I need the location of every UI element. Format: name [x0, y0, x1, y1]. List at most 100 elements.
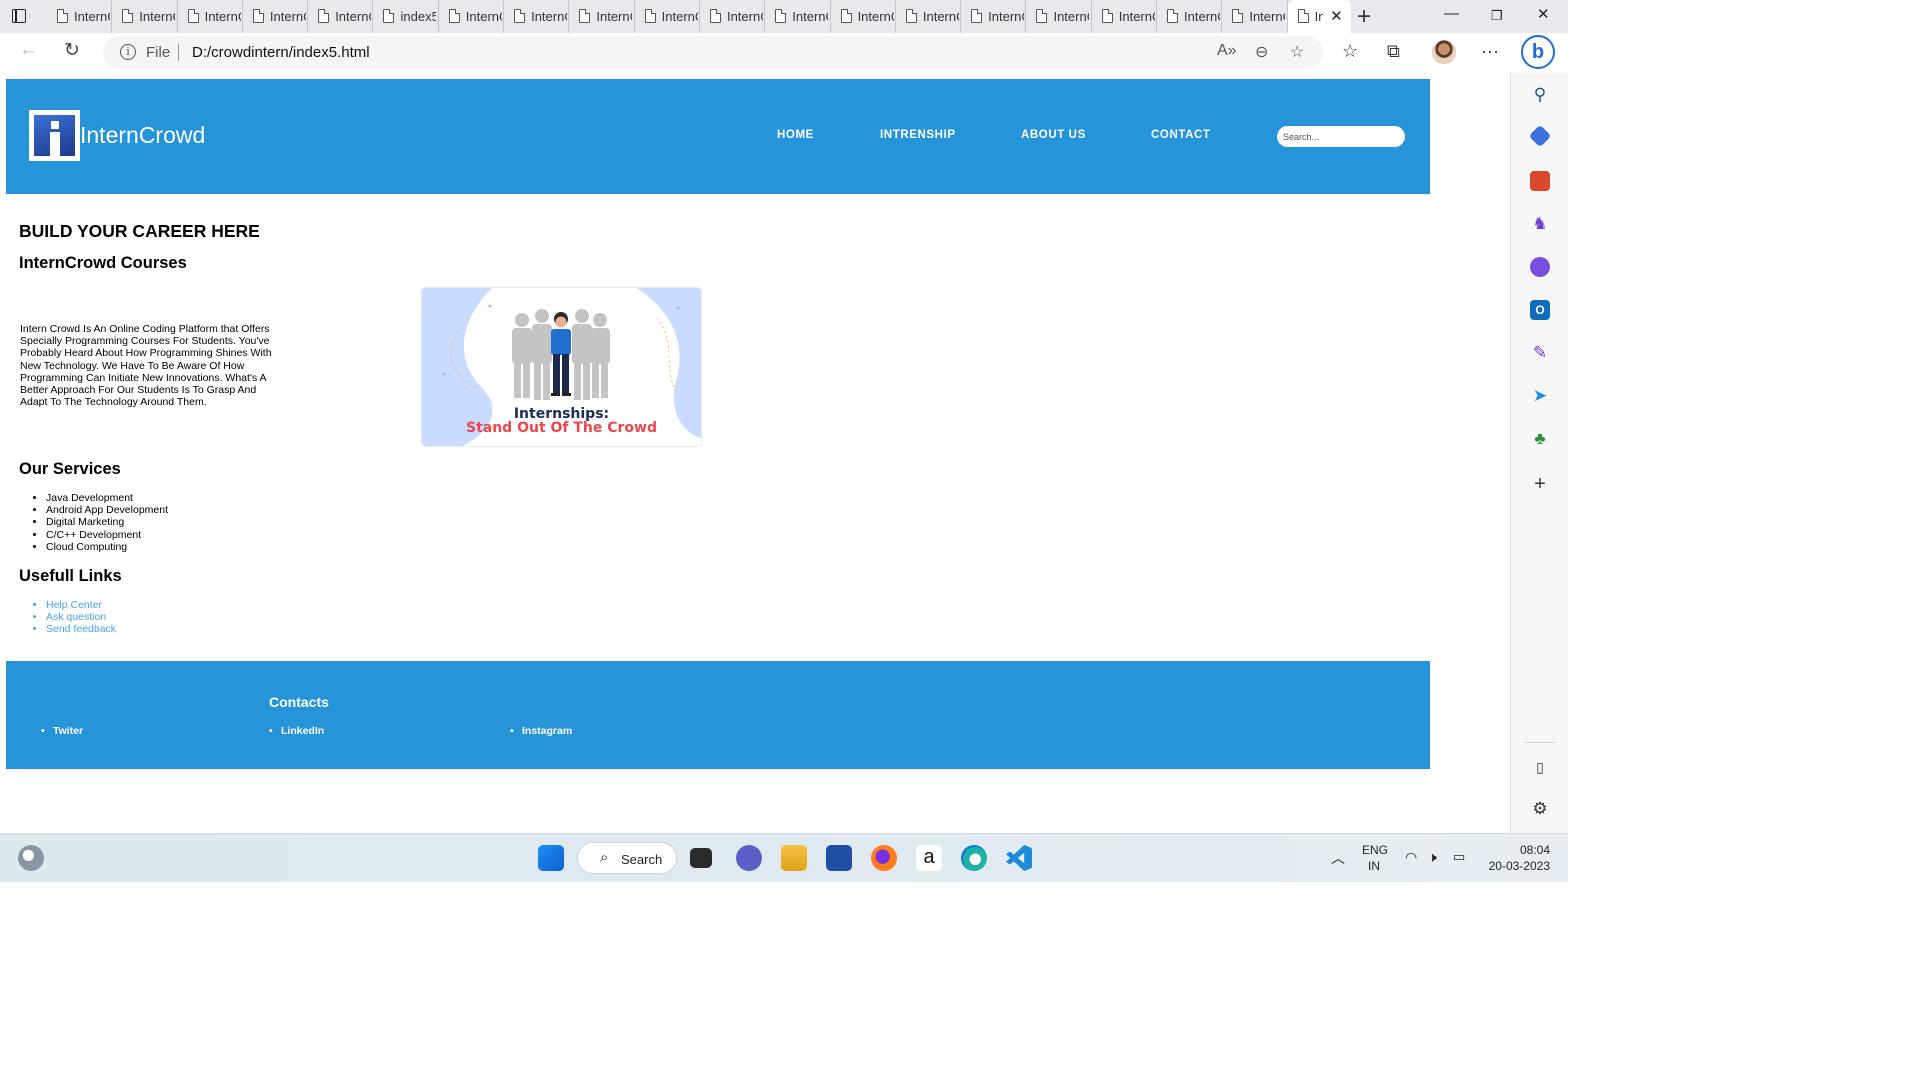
read-aloud-icon[interactable]: A»	[1217, 42, 1237, 60]
info-icon[interactable]: i	[120, 44, 136, 60]
nav-home-link[interactable]: HOME	[777, 129, 814, 141]
page-icon	[1101, 9, 1113, 23]
divider	[178, 44, 179, 61]
new-tab-icon[interactable]: +	[1357, 3, 1371, 31]
tab[interactable]: InternCrowd	[700, 0, 766, 33]
list-item: Cloud Computing	[46, 541, 168, 553]
bing-chat-icon[interactable]: b	[1521, 35, 1555, 69]
page-icon	[318, 9, 330, 23]
edge-sidebar: ⚲ ♞ O ✎ ➤ ♣ + ▯ ⚙	[1510, 73, 1568, 833]
divider	[1525, 742, 1555, 743]
tab[interactable]: InternCrowd	[504, 0, 570, 33]
tab[interactable]: InternCrowd	[635, 0, 700, 33]
tree-icon[interactable]: ♣	[1530, 429, 1550, 449]
shopping-tag-icon[interactable]	[1528, 124, 1552, 148]
tab[interactable]: InternCrowd	[896, 0, 962, 33]
send-feedback-link[interactable]: Send feedback	[46, 623, 116, 635]
ask-question-link[interactable]: Ask question	[46, 611, 106, 623]
nav-contact-link[interactable]: CONTACT	[1151, 129, 1211, 141]
chat-icon[interactable]	[736, 845, 762, 871]
region-indicator[interactable]: IN	[1368, 859, 1380, 873]
search-icon[interactable]: ⚲	[1530, 85, 1550, 105]
wifi-icon[interactable]: ◠	[1405, 849, 1417, 866]
minimize-icon[interactable]: —	[1444, 5, 1459, 22]
send-icon[interactable]: ➤	[1530, 386, 1550, 406]
nav-internship-link[interactable]: INTRENSHIP	[880, 129, 956, 141]
tab[interactable]: InternCrowd	[961, 0, 1027, 33]
add-favorite-icon[interactable]: ☆	[1290, 42, 1304, 62]
vscode-icon[interactable]	[1006, 845, 1032, 871]
time-text: 08:04	[1519, 843, 1550, 857]
microsoft-365-icon[interactable]	[1530, 257, 1550, 277]
services-heading: Our Services	[19, 460, 121, 478]
web-page: InternCrowd HOME INTRENSHIP ABOUT US CON…	[0, 73, 1510, 833]
firefox-icon[interactable]	[871, 845, 897, 871]
logo-i-icon	[34, 115, 75, 156]
twitter-link[interactable]: Twiter	[41, 725, 83, 737]
site-search-input[interactable]	[1277, 126, 1405, 147]
close-window-icon[interactable]: ✕	[1537, 5, 1550, 23]
volume-icon[interactable]: 🕨	[1428, 849, 1437, 866]
tab-active[interactable]: InternCrowd ✕	[1287, 0, 1351, 33]
amazon-icon[interactable]: a	[916, 845, 942, 871]
tab[interactable]: InternCrowd	[308, 0, 374, 33]
address-bar[interactable]: i File D:/crowdintern/index5.html A» ⊖ ☆	[103, 36, 1323, 69]
collections-icon[interactable]: ⧉	[1387, 41, 1400, 62]
zoom-out-icon[interactable]: ⊖	[1255, 42, 1268, 62]
restore-icon[interactable]: ❐	[1491, 8, 1503, 24]
settings-gear-icon[interactable]: ⚙	[1530, 799, 1550, 819]
search-icon: ⌕	[600, 849, 609, 866]
tab[interactable]: InternCrowd	[1157, 0, 1223, 33]
tools-icon[interactable]	[1530, 171, 1550, 191]
brand-name[interactable]: InternCrowd	[80, 122, 205, 149]
tab[interactable]: index5.html	[373, 0, 439, 33]
tab[interactable]: InternCrowd	[1222, 0, 1288, 33]
start-icon[interactable]	[538, 845, 564, 871]
task-view-icon[interactable]	[690, 848, 712, 868]
more-options-icon[interactable]: ···	[1481, 41, 1499, 62]
edge-icon[interactable]	[961, 845, 987, 871]
outlook-icon[interactable]: O	[1530, 300, 1550, 320]
designer-icon[interactable]: ✎	[1530, 343, 1550, 363]
tab[interactable]: InternCrowd	[243, 0, 309, 33]
refresh-icon[interactable]: ↻	[64, 39, 80, 62]
help-center-link[interactable]: Help Center	[46, 599, 102, 611]
instagram-link[interactable]: Instagram	[510, 725, 572, 737]
chevron-up-icon[interactable]: ︿	[1331, 848, 1345, 868]
tab-actions-icon[interactable]	[10, 6, 32, 26]
tab[interactable]: InternCrowd	[569, 0, 635, 33]
nav-about-link[interactable]: ABOUT US	[1021, 129, 1086, 141]
file-explorer-icon[interactable]	[781, 845, 807, 871]
list-item: Digital Marketing	[46, 516, 168, 528]
page-icon	[514, 9, 526, 23]
add-sidebar-app-icon[interactable]: +	[1530, 474, 1550, 494]
tab[interactable]: InternCrowd	[831, 0, 896, 33]
split-screen-icon[interactable]: ▯	[1530, 757, 1550, 777]
close-tab-icon[interactable]: ✕	[1330, 7, 1343, 25]
favorites-icon[interactable]: ☆	[1342, 41, 1358, 62]
language-indicator[interactable]: ENG	[1362, 843, 1388, 857]
page-icon	[1232, 9, 1244, 23]
profile-avatar[interactable]	[1432, 40, 1456, 64]
tab[interactable]: InternCrowd	[1092, 0, 1158, 33]
tab[interactable]: InternCrowd	[765, 0, 831, 33]
back-icon[interactable]: ←	[19, 39, 38, 61]
tab[interactable]: InternCrowd	[178, 0, 243, 33]
courses-heading: InternCrowd Courses	[19, 254, 187, 272]
url-text[interactable]: D:/crowdintern/index5.html	[192, 44, 370, 61]
tab[interactable]: InternCrowd	[1026, 0, 1092, 33]
clock[interactable]: 08:04 20-03-2023	[1484, 842, 1550, 874]
services-list: Java Development Android App Development…	[46, 492, 168, 553]
weather-widget-icon[interactable]	[18, 845, 44, 871]
list-item: Java Development	[46, 492, 168, 504]
linkedin-link[interactable]: LinkedIn	[269, 725, 324, 737]
banner-subtitle: Stand Out Of The Crowd	[465, 420, 658, 436]
tab[interactable]: InternCrowd	[47, 0, 113, 33]
store-icon[interactable]	[826, 845, 852, 871]
tab[interactable]: InternCrowd	[112, 0, 178, 33]
battery-icon[interactable]: ▭	[1453, 849, 1465, 865]
taskbar-search[interactable]: ⌕ Search	[577, 842, 677, 874]
tab[interactable]: InternCrowd	[439, 0, 505, 33]
games-icon[interactable]: ♞	[1530, 214, 1550, 234]
logo[interactable]	[29, 110, 80, 161]
